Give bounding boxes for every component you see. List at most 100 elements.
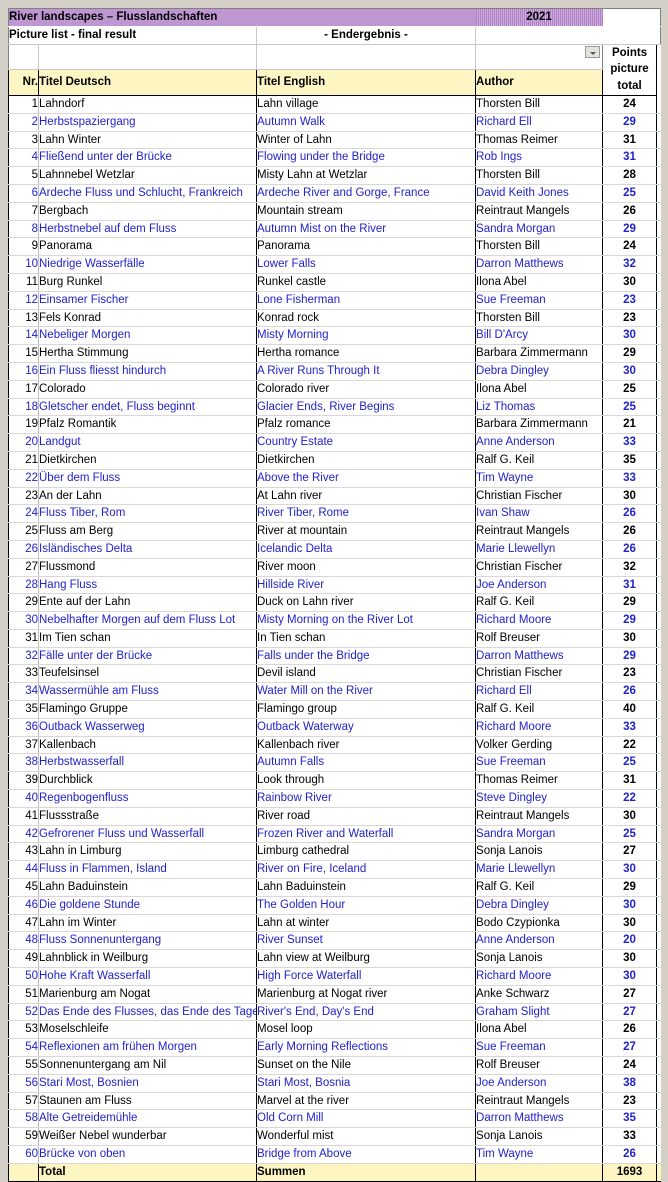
cell-points: 26 <box>602 1020 658 1040</box>
cell-author: Joe Anderson <box>475 576 603 595</box>
cell-title-en: River road <box>255 807 476 826</box>
cell-author: Marie Llewellyn <box>475 540 603 559</box>
cell-title-de: Kallenbach <box>38 736 257 755</box>
filter-cell-author[interactable] <box>475 44 604 70</box>
table-row: 20 Landgut Country Estate Anne Anderson 33 <box>8 433 661 452</box>
cell-title-de: Herbstnebel auf dem Fluss <box>38 220 257 239</box>
row-number: 44 <box>8 860 39 880</box>
table-row: 34 Wassermühle am Fluss Water Mill on the … <box>8 682 661 702</box>
page-title: River landscapes – Flusslandschaften <box>7 8 476 27</box>
column-header-author: Author <box>475 68 603 96</box>
cell-title-en: Panorama <box>255 237 476 257</box>
table-row: 31 Im Tien schan In Tien schan Rolf Breuser… <box>8 629 661 648</box>
row-pad-cell <box>656 753 661 773</box>
cell-points: 24 <box>602 1056 658 1075</box>
row-number: 4 <box>8 148 39 168</box>
cell-title-de: Brücke von oben <box>38 1145 257 1164</box>
row-number: 53 <box>8 1020 39 1040</box>
cell-title-de: Landgut <box>38 433 257 452</box>
row-pad-cell <box>656 237 661 257</box>
row-number: 57 <box>8 1092 39 1111</box>
row-number: 46 <box>8 896 39 915</box>
cell-points: 30 <box>602 896 658 915</box>
cell-title-en: River at mountain <box>255 522 476 541</box>
cell-title-de: Herbstspaziergang <box>38 113 257 132</box>
cell-title-en: Look through <box>255 771 476 791</box>
table-row: 18 Gletscher endet, Fluss beginnt Glacier … <box>8 398 661 417</box>
table-row: 23 An der Lahn At Lahn river Christian Fisc… <box>8 487 661 506</box>
row-pad-cell <box>656 220 661 239</box>
cell-points: 21 <box>602 415 658 435</box>
cell-title-en: Glacier Ends, River Begins <box>255 398 476 417</box>
row-number: 36 <box>8 718 39 737</box>
row-pad-cell <box>656 611 661 630</box>
row-pad-cell <box>656 896 661 915</box>
cell-title-de: Alte Getreidemühle <box>38 1109 257 1129</box>
cell-title-de: Nebelhafter Morgen auf dem Fluss Lot <box>38 611 257 630</box>
cell-points: 26 <box>602 1145 658 1164</box>
row-pad-cell <box>656 682 661 702</box>
cell-title-en: Old Corn Mill <box>255 1109 476 1129</box>
cell-points: 38 <box>602 1074 658 1093</box>
cell-title-en: Autumn Falls <box>255 753 476 773</box>
row-pad-cell <box>656 1145 661 1164</box>
row-number: 52 <box>8 1003 39 1022</box>
row-pad-cell <box>656 380 661 399</box>
table-row: 1 Lahndorf Lahn village Thorsten Bill 24 <box>8 95 661 114</box>
cell-points: 26 <box>602 504 658 524</box>
cell-title-en: High Force Waterfall <box>255 967 476 986</box>
table-row: 36 Outback Wasserweg Outback Waterway Richa… <box>8 718 661 737</box>
row-number: 32 <box>8 647 39 666</box>
cell-title-en: Misty Morning <box>255 326 476 346</box>
table-row: 32 Fälle unter der Brücke Falls under the … <box>8 647 661 666</box>
cell-title-de: Hertha Stimmung <box>38 344 257 363</box>
cell-author: Thomas Reimer <box>475 131 603 150</box>
cell-points: 26 <box>602 540 658 559</box>
cell-title-en: River on Fire, Iceland <box>255 860 476 880</box>
table-row: 48 Fluss Sonnenuntergang River Sunset Anne … <box>8 931 661 951</box>
cell-points: 33 <box>602 1127 658 1146</box>
table-row: 28 Hang Fluss Hillside River Joe Anderson 31 <box>8 576 661 595</box>
cell-title-de: Einsamer Fischer <box>38 291 257 310</box>
cell-title-en: Early Morning Reflections <box>255 1038 476 1058</box>
column-header-title-en: Titel English <box>256 68 477 96</box>
row-pad-cell <box>656 469 661 488</box>
cell-author: Anke Schwarz <box>475 985 603 1004</box>
row-number: 40 <box>8 789 39 808</box>
row-number: 10 <box>8 255 39 274</box>
cell-title-de: Ein Fluss fliesst hindurch <box>38 362 257 381</box>
cell-title-en: Misty Morning on the River Lot <box>255 611 476 630</box>
row-number: 18 <box>8 398 39 417</box>
table-row: 54 Reflexionen am frühen Morgen Early Morn… <box>8 1038 661 1058</box>
cell-author: Sue Freeman <box>475 1038 603 1058</box>
cell-title-en: River's End, Day's End <box>255 1003 476 1022</box>
row-pad-cell <box>656 629 661 648</box>
cell-points: 30 <box>602 629 658 648</box>
row-pad-cell <box>656 931 661 951</box>
cell-title-en: Rainbow River <box>255 789 476 808</box>
row-pad-cell <box>656 807 661 826</box>
cell-title-de: Im Tien schan <box>38 629 257 648</box>
cell-points: 24 <box>602 95 658 114</box>
row-pad-cell <box>656 202 661 221</box>
cell-title-de: Lahn im Winter <box>38 914 257 933</box>
row-number: 17 <box>8 380 39 399</box>
cell-title-de: Weißer Nebel wunderbar <box>38 1127 257 1146</box>
cell-title-de: Die goldene Stunde <box>38 896 257 915</box>
right-pad-cell <box>656 44 661 96</box>
row-pad-cell <box>656 860 661 880</box>
row-number: 38 <box>8 753 39 773</box>
cell-author: Christian Fischer <box>475 558 603 577</box>
row-number: 6 <box>8 184 39 203</box>
row-number: 58 <box>8 1109 39 1129</box>
table-row: 59 Weißer Nebel wunderbar Wonderful mist So… <box>8 1127 661 1146</box>
subtitle-middle: - Endergebnis - <box>255 26 476 45</box>
row-number: 31 <box>8 629 39 648</box>
table-row: 15 Hertha Stimmung Hertha romance Barbara Z… <box>8 344 661 363</box>
table-row: 38 Herbstwasserfall Autumn Falls Sue Freema… <box>8 753 661 773</box>
autofilter-dropdown-button[interactable] <box>585 45 601 58</box>
row-pad-cell <box>656 842 661 862</box>
filter-cell-de <box>38 44 257 70</box>
cell-points: 20 <box>602 931 658 951</box>
cell-points: 22 <box>602 789 658 808</box>
